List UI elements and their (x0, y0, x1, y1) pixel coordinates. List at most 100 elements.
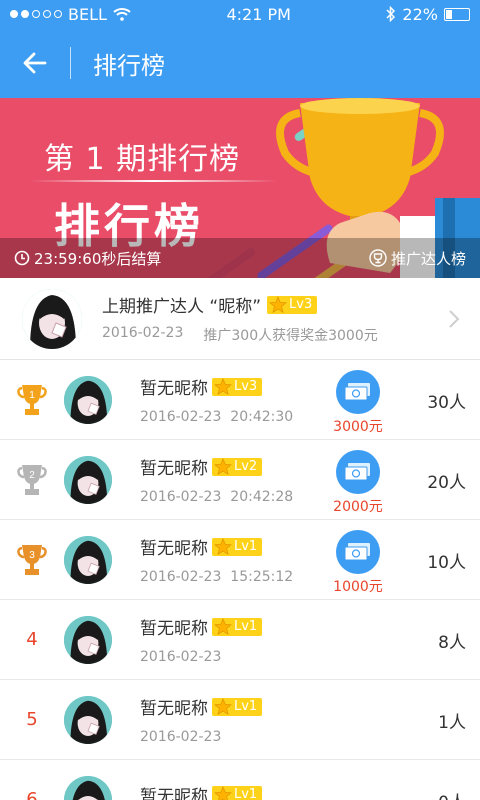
clock: 4:21 PM (226, 4, 291, 24)
avatar (64, 375, 112, 424)
banner: 第 1 期排行榜 排行榜 23:59:60秒后结算 推广达人榜 (0, 98, 480, 278)
last-period-title: 上期推广达人 “昵称” (102, 297, 262, 317)
row-time: 20:42:30 (230, 409, 294, 425)
rank: 1 (0, 382, 64, 418)
rank: 5 (0, 709, 64, 730)
carrier-label: BELL (68, 4, 107, 24)
level-badge: Lv1 (212, 785, 263, 800)
row-date: 2016-02-23 (140, 489, 222, 505)
promoter-ranking-label: 推广达人榜 (390, 249, 466, 268)
last-period-desc: 推广300人获得奖金3000元 (203, 328, 378, 344)
level-badge: Lv3 (267, 295, 318, 314)
banner-footer: 23:59:60秒后结算 推广达人榜 (0, 238, 480, 278)
trophy-rank-icon: 2 (17, 464, 47, 495)
row-count: 10人 (427, 553, 466, 573)
level-badge: Lv1 (212, 537, 263, 556)
row-time: 20:42:28 (230, 489, 294, 505)
rank-number: 2 (29, 470, 35, 481)
prize: 1000元 (328, 530, 388, 596)
ranking-list: 1 暂无昵称 Lv3 2016-02-23 20:42:30 3000元 30人 2 暂无昵称… (0, 360, 480, 800)
star-icon (214, 617, 232, 635)
row-name: 暂无昵称 (140, 539, 208, 559)
prize: 2000元 (328, 450, 388, 516)
row-date: 2016-02-23 (140, 729, 222, 745)
level-badge: Lv1 (212, 697, 263, 716)
avatar (22, 288, 82, 349)
row-name: 暂无昵称 (140, 787, 208, 800)
chevron-right-icon (449, 310, 460, 328)
bluetooth-icon (386, 6, 396, 22)
row-count: 1人 (438, 713, 466, 733)
prize-amount: 2000元 (333, 499, 383, 515)
app: BELL 4:21 PM 22% 排行榜 第 1 期排行榜 排行榜 23:59:… (0, 0, 480, 800)
avatar (64, 775, 112, 800)
table-row[interactable]: 6 暂无昵称 Lv1 0人 (0, 760, 480, 800)
row-meta: 2016-02-23 20:42:30 (140, 409, 320, 425)
star-icon (214, 377, 232, 395)
cash-icon (336, 370, 380, 414)
row-name: 暂无昵称 (140, 379, 208, 399)
row-date: 2016-02-23 (140, 569, 222, 585)
wifi-icon (113, 8, 131, 21)
row-count: 30人 (427, 393, 466, 413)
table-row[interactable]: 5 暂无昵称 Lv1 2016-02-23 1人 (0, 680, 480, 760)
row-date: 2016-02-23 (140, 649, 222, 665)
star-icon (214, 697, 232, 715)
rank-number: 3 (29, 550, 35, 561)
level-badge: Lv1 (212, 617, 263, 636)
star-icon (214, 537, 232, 555)
star-icon (214, 457, 232, 475)
star-icon (269, 295, 288, 313)
rank-number: 4 (26, 629, 38, 650)
countdown-text: 23:59:60秒后结算 (34, 249, 162, 268)
row-meta: 2016-02-23 15:25:12 (140, 569, 320, 585)
avatar (64, 615, 112, 664)
avatar (64, 455, 112, 504)
row-name: 暂无昵称 (140, 619, 208, 639)
status-bar: BELL 4:21 PM 22% (0, 0, 480, 28)
rank-number: 5 (26, 709, 38, 730)
countdown: 23:59:60秒后结算 (14, 248, 161, 269)
row-date: 2016-02-23 (140, 409, 222, 425)
banner-period: 第 1 期排行榜 (44, 142, 241, 177)
promoter-ranking-link[interactable]: 推广达人榜 (369, 248, 466, 269)
signal-icon (10, 10, 62, 18)
trophy-rank-icon: 1 (17, 384, 47, 415)
last-period-winner[interactable]: 上期推广达人 “昵称” Lv3 2016-02-23 推广300人获得奖金300… (0, 278, 480, 360)
table-row[interactable]: 4 暂无昵称 Lv1 2016-02-23 8人 (0, 600, 480, 680)
page-title: 排行榜 (93, 51, 165, 80)
trophy-rank-icon: 3 (17, 544, 47, 575)
table-row[interactable]: 1 暂无昵称 Lv3 2016-02-23 20:42:30 3000元 30人 (0, 360, 480, 440)
level-badge: Lv3 (212, 377, 263, 396)
cash-icon (336, 530, 380, 574)
table-row[interactable]: 2 暂无昵称 Lv2 2016-02-23 20:42:28 2000元 20人 (0, 440, 480, 520)
prize-amount: 3000元 (333, 419, 383, 435)
battery-percent: 22% (402, 4, 438, 24)
row-meta: 2016-02-23 20:42:28 (140, 489, 320, 505)
last-period-date: 2016-02-23 (102, 325, 184, 341)
row-count: 8人 (438, 633, 466, 653)
rank-number: 1 (29, 390, 35, 401)
back-button[interactable] (0, 28, 70, 98)
row-count: 20人 (427, 473, 466, 493)
nav-divider (70, 47, 71, 79)
table-row[interactable]: 3 暂无昵称 Lv1 2016-02-23 15:25:12 1000元 10人 (0, 520, 480, 600)
rank: 3 (0, 542, 64, 578)
avatar (64, 695, 112, 744)
rank-number: 6 (26, 789, 38, 800)
back-arrow-icon (23, 52, 47, 74)
nav-bar: 排行榜 (0, 28, 480, 98)
prize-amount: 1000元 (333, 579, 383, 595)
prize: 3000元 (328, 370, 388, 436)
rank: 2 (0, 462, 64, 498)
row-name: 暂无昵称 (140, 699, 208, 719)
row-name: 暂无昵称 (140, 459, 208, 479)
avatar (64, 535, 112, 584)
rank: 4 (0, 629, 64, 650)
battery-icon (443, 7, 470, 21)
level-badge: Lv2 (212, 457, 263, 476)
row-meta: 2016-02-23 (140, 729, 320, 745)
row-time: 15:25:12 (230, 569, 294, 585)
rank: 6 (0, 789, 64, 800)
cash-icon (336, 450, 380, 494)
